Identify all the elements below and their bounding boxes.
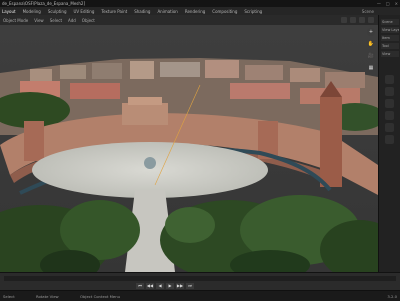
- tab-shading[interactable]: Shading: [134, 9, 150, 14]
- jump-end-button[interactable]: ⏭: [186, 283, 194, 289]
- workspace-tab-list: Layout Modeling Sculpting UV Editing Tex…: [2, 9, 262, 14]
- scene-selector[interactable]: Scene: [362, 9, 374, 14]
- sidebar-tab-scene[interactable]: Scene: [381, 19, 399, 25]
- playback-controls: ⏮ ◀◀ ◀ ▶ ▶▶ ⏭: [136, 283, 194, 289]
- 3d-viewport[interactable]: + ✋ 🎥 ▦: [0, 25, 378, 272]
- select-menu[interactable]: Select: [50, 18, 62, 23]
- tab-rendering[interactable]: Rendering: [185, 9, 205, 14]
- status-select-hint: Select: [3, 294, 15, 299]
- close-button[interactable]: ×: [395, 1, 398, 6]
- shading-buttons: [341, 17, 374, 23]
- tab-uv-editing[interactable]: UV Editing: [74, 9, 95, 14]
- camera-icon[interactable]: 🎥: [367, 52, 375, 60]
- rendered-shading-button[interactable]: [368, 17, 374, 23]
- window-title: de_Espana\OSF\Plaza_de_Espana_Mesh2]: [2, 1, 86, 6]
- sidebar-tab-item[interactable]: Item: [381, 35, 399, 41]
- minimize-button[interactable]: —: [377, 1, 381, 6]
- mode-dropdown[interactable]: Object Mode: [3, 18, 28, 23]
- modifier-properties-icon[interactable]: [385, 111, 394, 120]
- object-menu[interactable]: Object: [82, 18, 95, 23]
- right-tower: [320, 97, 342, 187]
- maximize-button[interactable]: □: [386, 1, 390, 6]
- pan-icon[interactable]: ✋: [367, 40, 375, 48]
- tab-texture-paint[interactable]: Texture Paint: [101, 9, 127, 14]
- render-properties-icon[interactable]: [385, 75, 394, 84]
- window-controls[interactable]: — □ ×: [377, 1, 398, 6]
- workspace-tabs: Layout Modeling Sculpting UV Editing Tex…: [0, 7, 400, 15]
- scene-render: [0, 25, 378, 272]
- viewport-menu: Object Mode View Select Add Object: [3, 18, 95, 23]
- plaza: [32, 142, 268, 198]
- timeline-scrubber[interactable]: [4, 276, 396, 281]
- zoom-icon[interactable]: +: [367, 28, 375, 36]
- grid-icon[interactable]: ▦: [367, 64, 375, 72]
- navigation-gizmo: + ✋ 🎥 ▦: [367, 28, 375, 72]
- tab-animation[interactable]: Animation: [157, 9, 177, 14]
- add-menu[interactable]: Add: [68, 18, 76, 23]
- sidebar-tab-view-layer[interactable]: View Layer: [381, 27, 399, 33]
- step-back-button[interactable]: ◀: [156, 283, 164, 289]
- solid-shading-button[interactable]: [350, 17, 356, 23]
- status-rotate-hint: Rotate View: [36, 294, 59, 299]
- sidebar-tab-view[interactable]: View: [381, 51, 399, 57]
- tab-scripting[interactable]: Scripting: [244, 9, 262, 14]
- tab-compositing[interactable]: Compositing: [212, 9, 237, 14]
- central-pavilion: [122, 103, 168, 125]
- wireframe-shading-button[interactable]: [341, 17, 347, 23]
- window-titlebar: de_Espana\OSF\Plaza_de_Espana_Mesh2] — □…: [0, 0, 400, 7]
- sidebar-tab-tool[interactable]: Tool: [381, 43, 399, 49]
- tab-modeling[interactable]: Modeling: [23, 9, 41, 14]
- status-context-hint: Object Context Menu: [80, 294, 121, 299]
- fast-forward-button[interactable]: ▶▶: [176, 283, 184, 289]
- view-menu[interactable]: View: [34, 18, 44, 23]
- object-properties-icon[interactable]: [385, 99, 394, 108]
- world-properties-icon[interactable]: [385, 135, 394, 144]
- rewind-button[interactable]: ◀◀: [146, 283, 154, 289]
- output-properties-icon[interactable]: [385, 87, 394, 96]
- jump-start-button[interactable]: ⏮: [136, 283, 144, 289]
- play-button[interactable]: ▶: [166, 283, 174, 289]
- properties-sidebar: Scene View Layer Item Tool View: [378, 15, 400, 272]
- status-bar: Select Rotate View Object Context Menu 3…: [0, 290, 400, 301]
- left-pavilion: [24, 121, 44, 161]
- timeline-panel: ⏮ ◀◀ ◀ ▶ ▶▶ ⏭: [0, 272, 400, 291]
- tab-layout[interactable]: Layout: [2, 9, 16, 14]
- fountain: [144, 157, 156, 169]
- tab-sculpting[interactable]: Sculpting: [48, 9, 67, 14]
- version-label: 3.2.0: [387, 294, 397, 299]
- material-properties-icon[interactable]: [385, 123, 394, 132]
- material-shading-button[interactable]: [359, 17, 365, 23]
